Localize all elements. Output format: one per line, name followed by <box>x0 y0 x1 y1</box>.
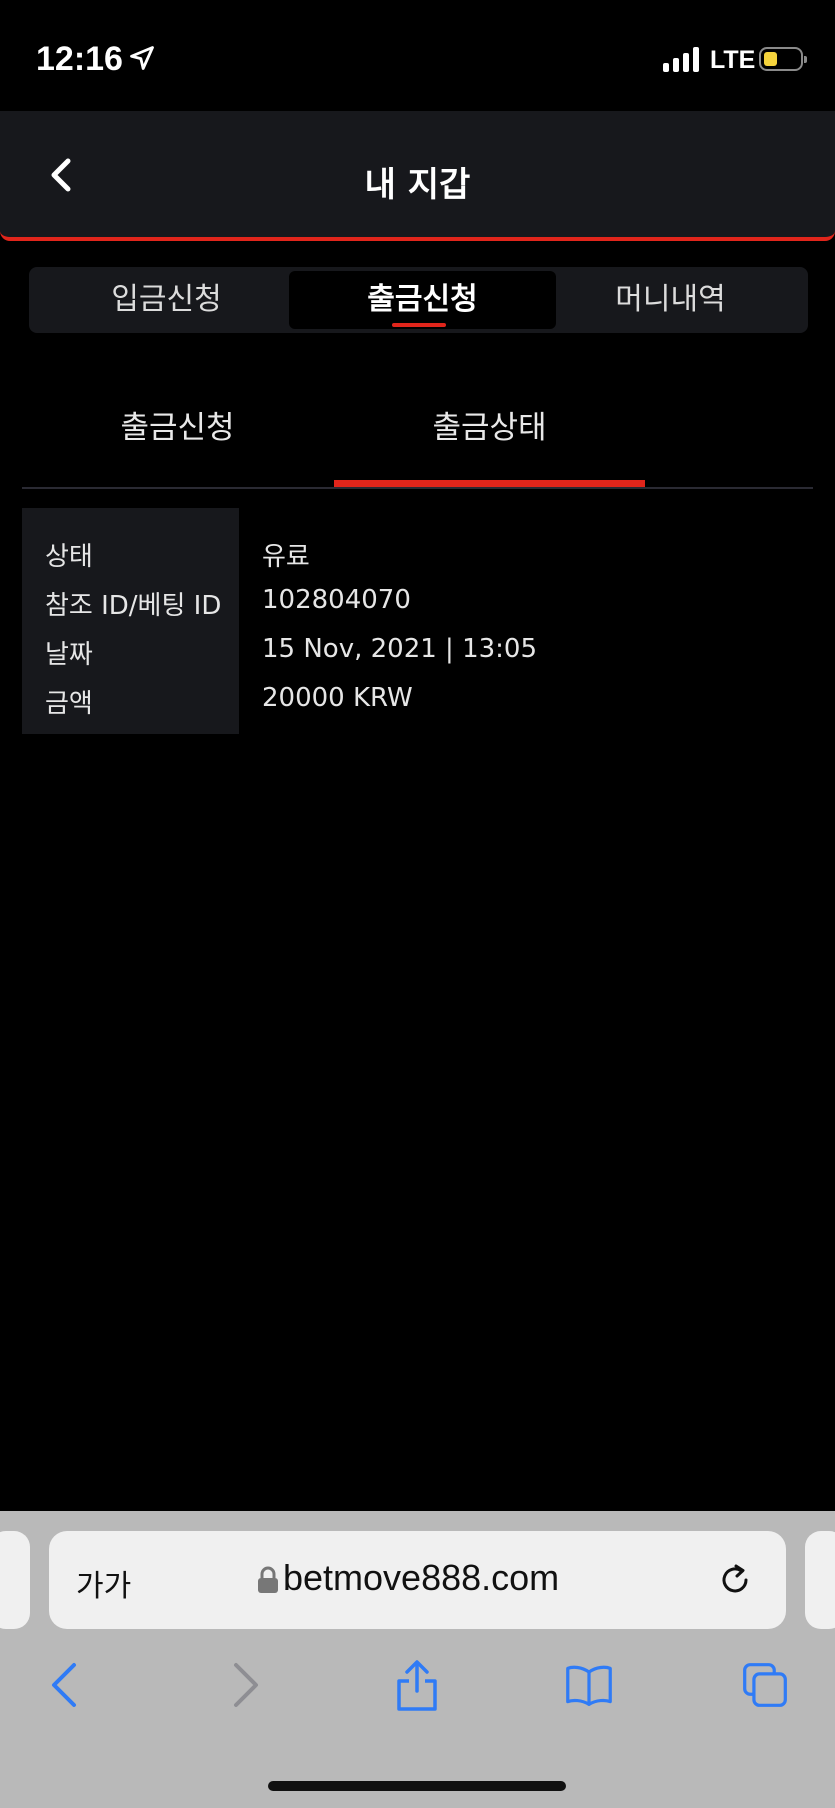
cellular-signal-icon <box>663 46 701 72</box>
active-subtab-indicator <box>334 480 645 487</box>
address-bar[interactable]: 가가 betmove888.com <box>49 1531 786 1629</box>
tab-withdraw-label: 출금신청 <box>367 282 478 317</box>
detail-label: 금액 <box>45 689 93 719</box>
status-bar: 12:16 LTE <box>0 0 835 110</box>
next-tab-preview[interactable] <box>805 1531 835 1629</box>
bookmarks-icon[interactable] <box>565 1659 613 1711</box>
location-arrow-icon <box>130 46 154 70</box>
tab-deposit[interactable]: 입금신청 <box>33 271 300 329</box>
tab-money-history[interactable]: 머니내역 <box>537 271 804 329</box>
detail-label: 참조 ID/베팅 ID <box>45 591 222 621</box>
subtab-withdraw-status[interactable]: 출금상태 <box>334 402 645 447</box>
page-title: 내 지갑 <box>364 165 471 205</box>
share-icon[interactable] <box>393 1659 441 1711</box>
subtab-withdraw-request[interactable]: 출금신청 <box>22 402 333 447</box>
browser-forward-icon[interactable] <box>220 1659 268 1711</box>
home-indicator <box>268 1781 566 1791</box>
url-text: betmove888.com <box>283 1557 560 1598</box>
detail-label: 날짜 <box>45 640 93 670</box>
detail-value: 유료 <box>262 542 310 572</box>
browser-back-icon[interactable] <box>42 1659 90 1711</box>
subtab-divider <box>22 487 813 489</box>
wallet-tabs: 입금신청 출금신청 머니내역 <box>29 267 808 333</box>
network-type: LTE <box>710 46 756 74</box>
battery-icon <box>759 47 807 71</box>
previous-tab-preview[interactable] <box>0 1531 30 1629</box>
active-tab-indicator <box>392 323 446 327</box>
browser-toolbar: 가가 betmove888.com <box>0 1511 835 1808</box>
lock-icon <box>258 1566 278 1593</box>
detail-value: 102804070 <box>262 585 411 615</box>
reload-icon[interactable] <box>715 1560 755 1600</box>
detail-row-reference-id: 참조 ID/베팅 ID 102804070 <box>22 585 802 625</box>
status-time: 12:16 <box>36 40 123 78</box>
text-size-button[interactable]: 가가 <box>76 1561 131 1605</box>
tabs-icon[interactable] <box>741 1659 789 1711</box>
detail-value: 15 Nov, 2021 | 13:05 <box>262 634 538 664</box>
detail-row-date: 날짜 15 Nov, 2021 | 13:05 <box>22 634 802 674</box>
detail-row-amount: 금액 20000 KRW <box>22 683 802 723</box>
detail-label: 상태 <box>45 542 93 572</box>
tab-withdraw[interactable]: 출금신청 <box>289 271 556 329</box>
detail-value: 20000 KRW <box>262 683 413 713</box>
app-header: 내 지갑 <box>0 111 835 241</box>
detail-row-status: 상태 유료 <box>22 536 802 576</box>
